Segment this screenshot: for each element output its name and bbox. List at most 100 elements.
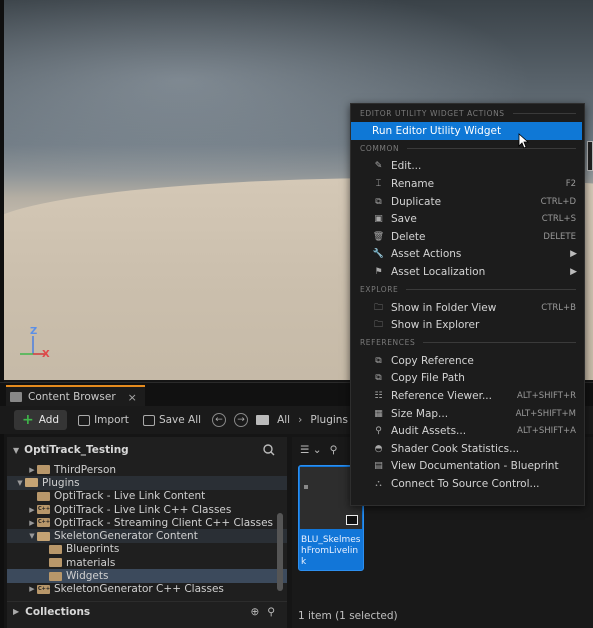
- collections-header[interactable]: ▶ Collections ⊕ ⚲: [7, 601, 287, 621]
- chevron-right-icon[interactable]: ▶: [27, 506, 37, 514]
- menu-item[interactable]: ▦ Size Map... ALT+SHIFT+M: [351, 405, 584, 423]
- content-browser-icon: [10, 392, 22, 402]
- plus-icon: +: [22, 412, 34, 428]
- shortcut-label: ALT+SHIFT+M: [515, 408, 576, 419]
- folder-icon: [49, 544, 62, 554]
- context-menu: EDITOR UTILITY WIDGET ACTIONS Run Editor …: [350, 103, 585, 506]
- menu-item[interactable]: 🗀 Show in Explorer: [351, 316, 584, 334]
- save-all-label: Save All: [158, 414, 202, 426]
- tree-item[interactable]: ▶ ThirdPerson: [7, 463, 287, 476]
- breadcrumb-all[interactable]: All: [277, 414, 290, 426]
- save-all-button[interactable]: Save All: [140, 410, 204, 430]
- menu-item[interactable]: ▣ Save CTRL+S: [351, 210, 584, 228]
- menu-item-label: Rename: [391, 177, 435, 190]
- menu-item-label: Show in Folder View: [391, 301, 497, 314]
- menu-section-header: REFERENCES: [351, 334, 584, 352]
- menu-item[interactable]: ▤ View Documentation - Blueprint: [351, 458, 584, 476]
- tree-item-label: SkeletonGenerator Content: [54, 530, 198, 543]
- menu-item[interactable]: 🗑 Delete DELETE: [351, 228, 584, 246]
- menu-item[interactable]: ⚲ Audit Assets... ALT+SHIFT+A: [351, 422, 584, 440]
- tree-item[interactable]: ▶ SkeletonGenerator C++ Classes: [7, 583, 287, 596]
- menu-item[interactable]: ☷ Reference Viewer... ALT+SHIFT+R: [351, 387, 584, 405]
- tree-item[interactable]: OptiTrack - Live Link Content: [7, 490, 287, 503]
- flag-icon: ⚑: [374, 266, 383, 277]
- tree-scrollbar[interactable]: [277, 513, 283, 591]
- folder-cpp-icon: [37, 584, 50, 594]
- tree-item-label: Widgets: [66, 570, 109, 583]
- tree-item-label: OptiTrack - Streaming Client C++ Classes: [54, 516, 274, 529]
- menu-section-header: EDITOR UTILITY WIDGET ACTIONS: [351, 104, 584, 122]
- menu-item[interactable]: ✎ Edit...: [351, 158, 584, 176]
- tree-item[interactable]: ▼ SkeletonGenerator Content: [7, 529, 287, 543]
- search-icon[interactable]: ⚲: [330, 444, 338, 456]
- close-icon[interactable]: ×: [128, 391, 137, 404]
- folder-open-icon: [37, 531, 50, 541]
- menu-item-label: Delete: [391, 230, 426, 243]
- tree-root-header[interactable]: ▼ OptiTrack_Testing: [7, 437, 287, 463]
- chevron-down-icon[interactable]: ▼: [15, 479, 25, 487]
- size-map-icon: ▦: [374, 408, 383, 419]
- axis-gizmo: Z X: [14, 326, 54, 366]
- breadcrumb-plugins[interactable]: Plugins: [310, 414, 348, 426]
- import-button[interactable]: Import: [75, 410, 132, 430]
- chevron-right-icon[interactable]: ▶: [27, 585, 37, 593]
- divider: [512, 112, 576, 114]
- asset-status: 1 item (1 selected): [298, 610, 398, 622]
- tab-content-browser[interactable]: Content Browser ×: [6, 385, 145, 407]
- folder-icon: [49, 571, 62, 581]
- folder-search-icon: 🗀: [373, 302, 383, 313]
- menu-item-label: Copy Reference: [391, 354, 474, 367]
- tree-item[interactable]: Blueprints: [7, 543, 287, 556]
- folder-icon[interactable]: [256, 415, 270, 425]
- tree-item[interactable]: ▼ Plugins: [7, 476, 287, 490]
- copy-icon: ⧉: [375, 355, 382, 366]
- menu-item[interactable]: 🔧 Asset Actions ▶: [351, 246, 584, 264]
- pencil-icon: ✎: [374, 161, 383, 172]
- menu-item-label: Audit Assets...: [391, 425, 467, 438]
- tab-label: Content Browser: [28, 391, 116, 403]
- menu-item[interactable]: ◓ Shader Cook Statistics...: [351, 440, 584, 458]
- tree-item[interactable]: materials: [7, 556, 287, 569]
- folder-open-icon: [25, 478, 38, 488]
- trash-icon: 🗑: [372, 231, 385, 242]
- back-icon[interactable]: ←: [212, 413, 227, 427]
- tree-item[interactable]: ▶ OptiTrack - Streaming Client C++ Classe…: [7, 516, 287, 529]
- book-icon: ▤: [374, 461, 383, 472]
- chevron-right-icon[interactable]: ▶: [27, 466, 37, 474]
- folder-icon: [37, 465, 50, 475]
- menu-item-label: View Documentation - Blueprint: [391, 460, 559, 473]
- tree-item-label: materials: [66, 556, 116, 569]
- menu-item[interactable]: ⛬ Connect To Source Control...: [351, 475, 584, 493]
- search-icon[interactable]: [263, 444, 275, 459]
- chevron-down-icon[interactable]: ▼: [27, 532, 37, 540]
- tree-item[interactable]: ▶ OptiTrack - Live Link C++ Classes: [7, 503, 287, 516]
- divider: [406, 289, 576, 291]
- add-button[interactable]: + Add: [14, 410, 68, 430]
- shortcut-label: ALT+SHIFT+R: [517, 390, 576, 401]
- tree-item[interactable]: Widgets: [7, 569, 287, 583]
- widget-type-icon: [346, 515, 358, 525]
- collections-label: Collections: [25, 605, 91, 618]
- chevron-right-icon[interactable]: ▶: [27, 519, 37, 527]
- search-collections-icon[interactable]: ⚲: [267, 606, 275, 618]
- filter-icon[interactable]: ☰ ⌄: [300, 444, 322, 456]
- menu-item-label: Save: [391, 213, 417, 226]
- shortcut-label: CTRL+B: [541, 302, 576, 313]
- menu-item[interactable]: ⚑ Asset Localization ▶: [351, 263, 584, 281]
- menu-item[interactable]: Run Editor Utility Widget: [351, 122, 582, 140]
- menu-item-label: Size Map...: [391, 407, 449, 420]
- gizmo-x-label: X: [42, 349, 50, 360]
- forward-icon[interactable]: →: [234, 413, 249, 427]
- shortcut-label: DELETE: [543, 231, 576, 242]
- tree-item-label: SkeletonGenerator C++ Classes: [54, 583, 224, 596]
- shortcut-label: ALT+SHIFT+A: [517, 426, 576, 437]
- add-collection-icon[interactable]: ⊕: [250, 606, 259, 618]
- menu-item-label: Shader Cook Statistics...: [391, 442, 520, 455]
- tree-item-label: OptiTrack - Live Link C++ Classes: [54, 503, 232, 516]
- menu-item[interactable]: ⧉ Duplicate CTRL+D: [351, 193, 584, 211]
- menu-item[interactable]: 🗀 Show in Folder View CTRL+B: [351, 299, 584, 317]
- menu-item[interactable]: ⧉ Copy Reference: [351, 352, 584, 370]
- menu-item[interactable]: ⧉ Copy File Path: [351, 370, 584, 388]
- tree-item-label: ThirdPerson: [54, 463, 117, 476]
- menu-item[interactable]: ⌶ Rename F2: [351, 175, 584, 193]
